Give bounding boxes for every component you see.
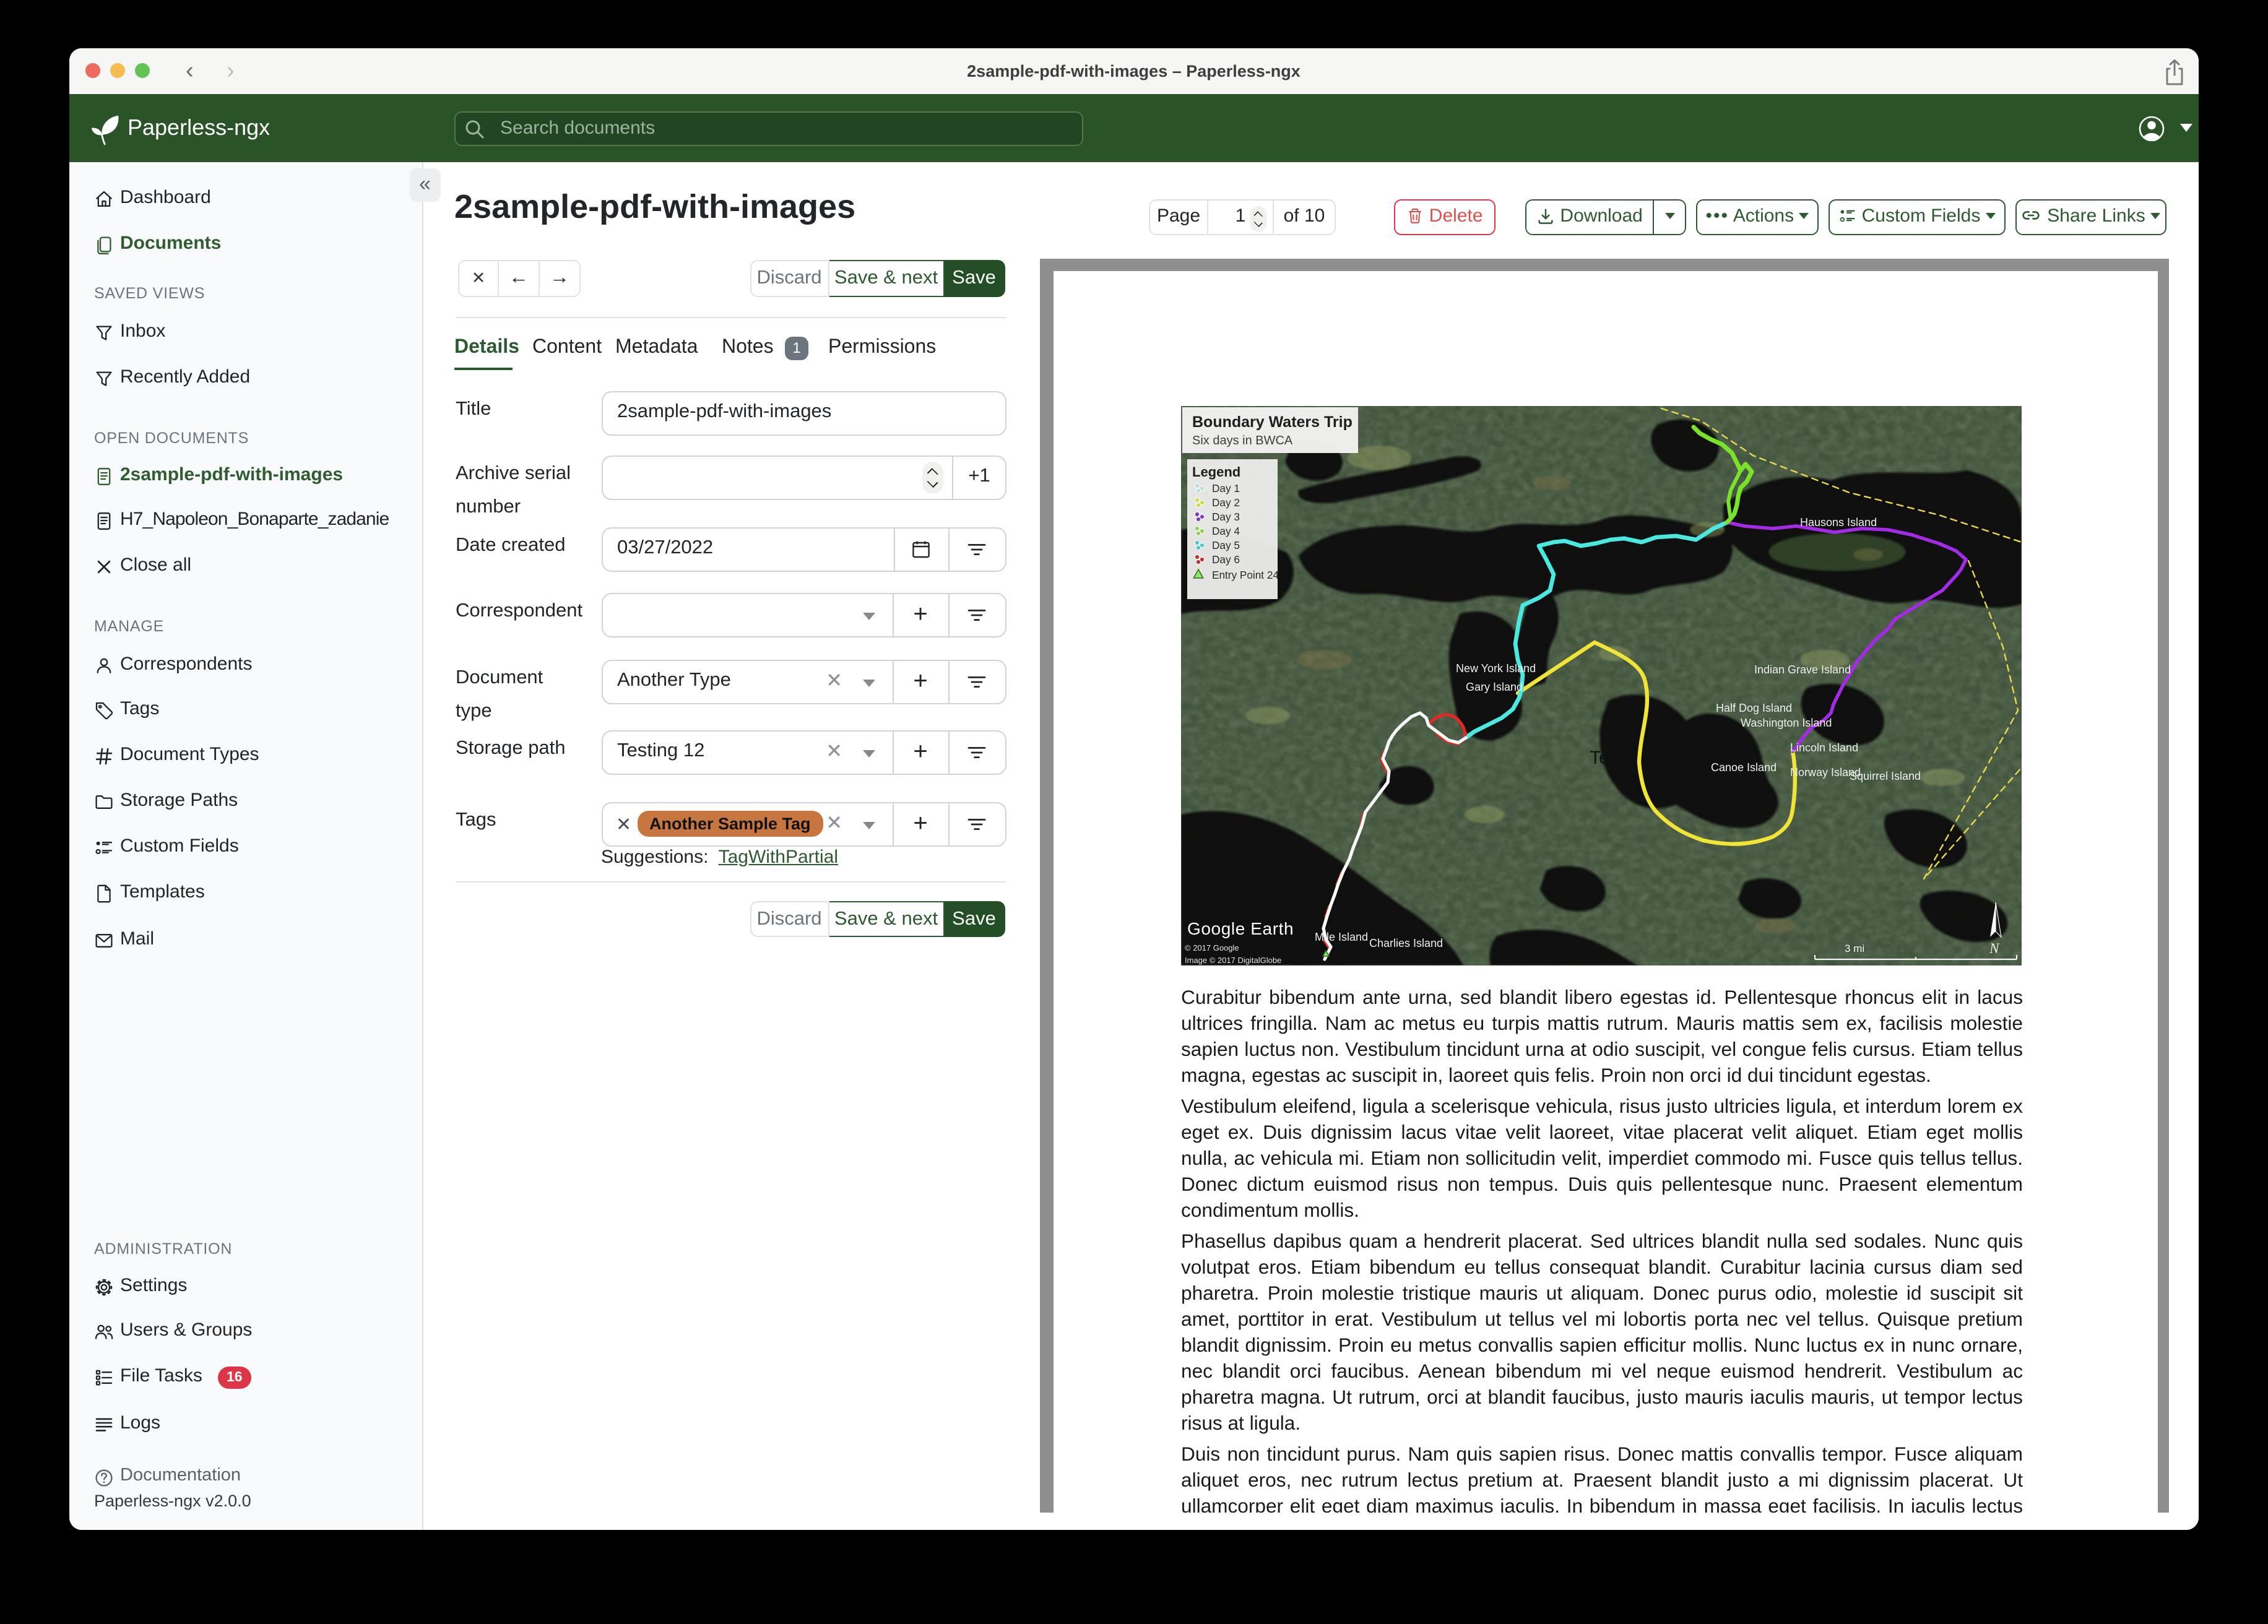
svg-text:Day 2: Day 2 <box>1212 496 1240 509</box>
svg-text:Text: Text <box>1590 748 1624 768</box>
svg-text:Day 1: Day 1 <box>1212 482 1240 495</box>
svg-text:Lincoln Island: Lincoln Island <box>1790 741 1858 754</box>
svg-text:New York Island: New York Island <box>1456 662 1536 675</box>
svg-text:Half Dog Island: Half Dog Island <box>1716 702 1792 714</box>
svg-text:Day 3: Day 3 <box>1212 511 1240 523</box>
svg-text:Image © 2017 DigitalGlobe: Image © 2017 DigitalGlobe <box>1185 956 1281 965</box>
svg-text:Squirrel Island: Squirrel Island <box>1850 770 1921 782</box>
svg-text:Day 6: Day 6 <box>1212 553 1240 566</box>
svg-text:Boundary Waters Trip: Boundary Waters Trip <box>1192 413 1353 431</box>
svg-text:3 mi: 3 mi <box>1845 943 1864 954</box>
svg-text:Legend: Legend <box>1192 464 1240 480</box>
svg-text:Charlies Island: Charlies Island <box>1369 937 1443 949</box>
svg-text:Gary Island: Gary Island <box>1466 681 1523 693</box>
svg-text:Six days in BWCA: Six days in BWCA <box>1192 434 1293 447</box>
svg-text:Canoe Island: Canoe Island <box>1711 761 1777 774</box>
svg-text:Day 4: Day 4 <box>1212 525 1240 537</box>
svg-text:© 2017 Google: © 2017 Google <box>1185 943 1239 952</box>
svg-text:Washington Island: Washington Island <box>1741 717 1832 729</box>
svg-text:Indian Grave Island: Indian Grave Island <box>1754 663 1851 676</box>
svg-text:N: N <box>1989 941 2000 956</box>
svg-text:Mile Island: Mile Island <box>1315 931 1368 943</box>
svg-text:Hausons Island: Hausons Island <box>1800 516 1877 529</box>
svg-text:Entry Point 24: Entry Point 24 <box>1212 569 1279 581</box>
svg-text:Day 5: Day 5 <box>1212 539 1240 551</box>
svg-text:Google Earth: Google Earth <box>1187 919 1294 938</box>
